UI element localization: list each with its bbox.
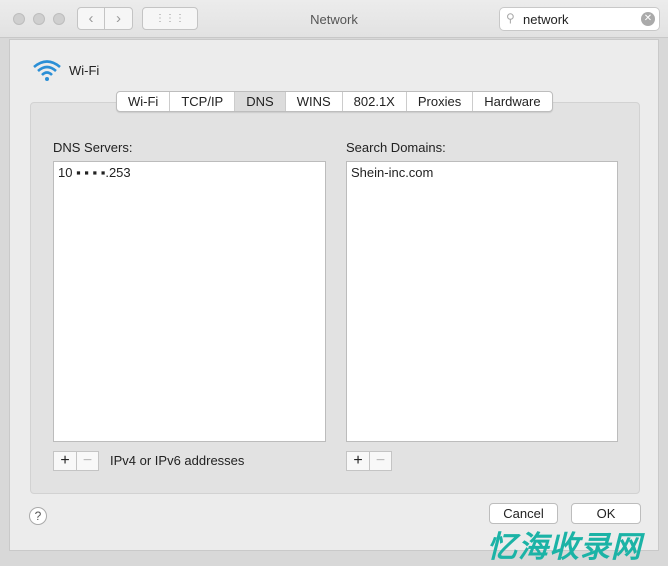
help-button[interactable]: ? bbox=[29, 507, 47, 525]
tab-dns[interactable]: DNS bbox=[235, 92, 286, 111]
service-name: Wi-Fi bbox=[69, 63, 100, 78]
tab-wins[interactable]: WINS bbox=[286, 92, 343, 111]
tab-tcpip[interactable]: TCP/IP bbox=[170, 92, 236, 111]
tab-8021x[interactable]: 802.1X bbox=[343, 92, 407, 111]
add-domain-button[interactable]: + bbox=[347, 452, 369, 470]
title-bar: ‹ › ⋮⋮⋮ Network ⚲ network ✕ bbox=[0, 0, 668, 38]
search-icon: ⚲ bbox=[506, 11, 515, 25]
tab-proxies[interactable]: Proxies bbox=[407, 92, 474, 111]
search-domains-list[interactable]: Shein-inc.com bbox=[346, 161, 618, 442]
search-domains-label: Search Domains: bbox=[346, 140, 446, 155]
cancel-button[interactable]: Cancel bbox=[489, 503, 558, 524]
dns-add-remove: + − bbox=[53, 451, 99, 471]
clear-search-icon[interactable]: ✕ bbox=[641, 12, 655, 26]
search-input[interactable]: network bbox=[523, 12, 569, 27]
add-dns-button[interactable]: + bbox=[54, 452, 76, 470]
remove-dns-button[interactable]: − bbox=[76, 452, 98, 470]
tab-bar: Wi-Fi TCP/IP DNS WINS 802.1X Proxies Har… bbox=[116, 91, 553, 112]
wifi-icon bbox=[33, 60, 61, 81]
dns-hint: IPv4 or IPv6 addresses bbox=[110, 453, 245, 468]
search-field[interactable]: ⚲ network ✕ bbox=[499, 7, 660, 31]
ok-button[interactable]: OK bbox=[571, 503, 641, 524]
dns-sheet: Wi-Fi Wi-Fi TCP/IP DNS WINS 802.1X Proxi… bbox=[9, 39, 659, 551]
dns-servers-label: DNS Servers: bbox=[53, 140, 133, 155]
list-item[interactable]: Shein-inc.com bbox=[347, 162, 617, 183]
tab-hardware[interactable]: Hardware bbox=[473, 92, 551, 111]
watermark: 忆海收录网 bbox=[487, 531, 642, 564]
tab-wifi[interactable]: Wi-Fi bbox=[117, 92, 171, 111]
list-item[interactable]: 10 ▪ ▪ ▪ ▪.253 bbox=[54, 162, 325, 183]
remove-domain-button[interactable]: − bbox=[369, 452, 391, 470]
domains-add-remove: + − bbox=[346, 451, 392, 471]
dns-servers-list[interactable]: 10 ▪ ▪ ▪ ▪.253 bbox=[53, 161, 326, 442]
